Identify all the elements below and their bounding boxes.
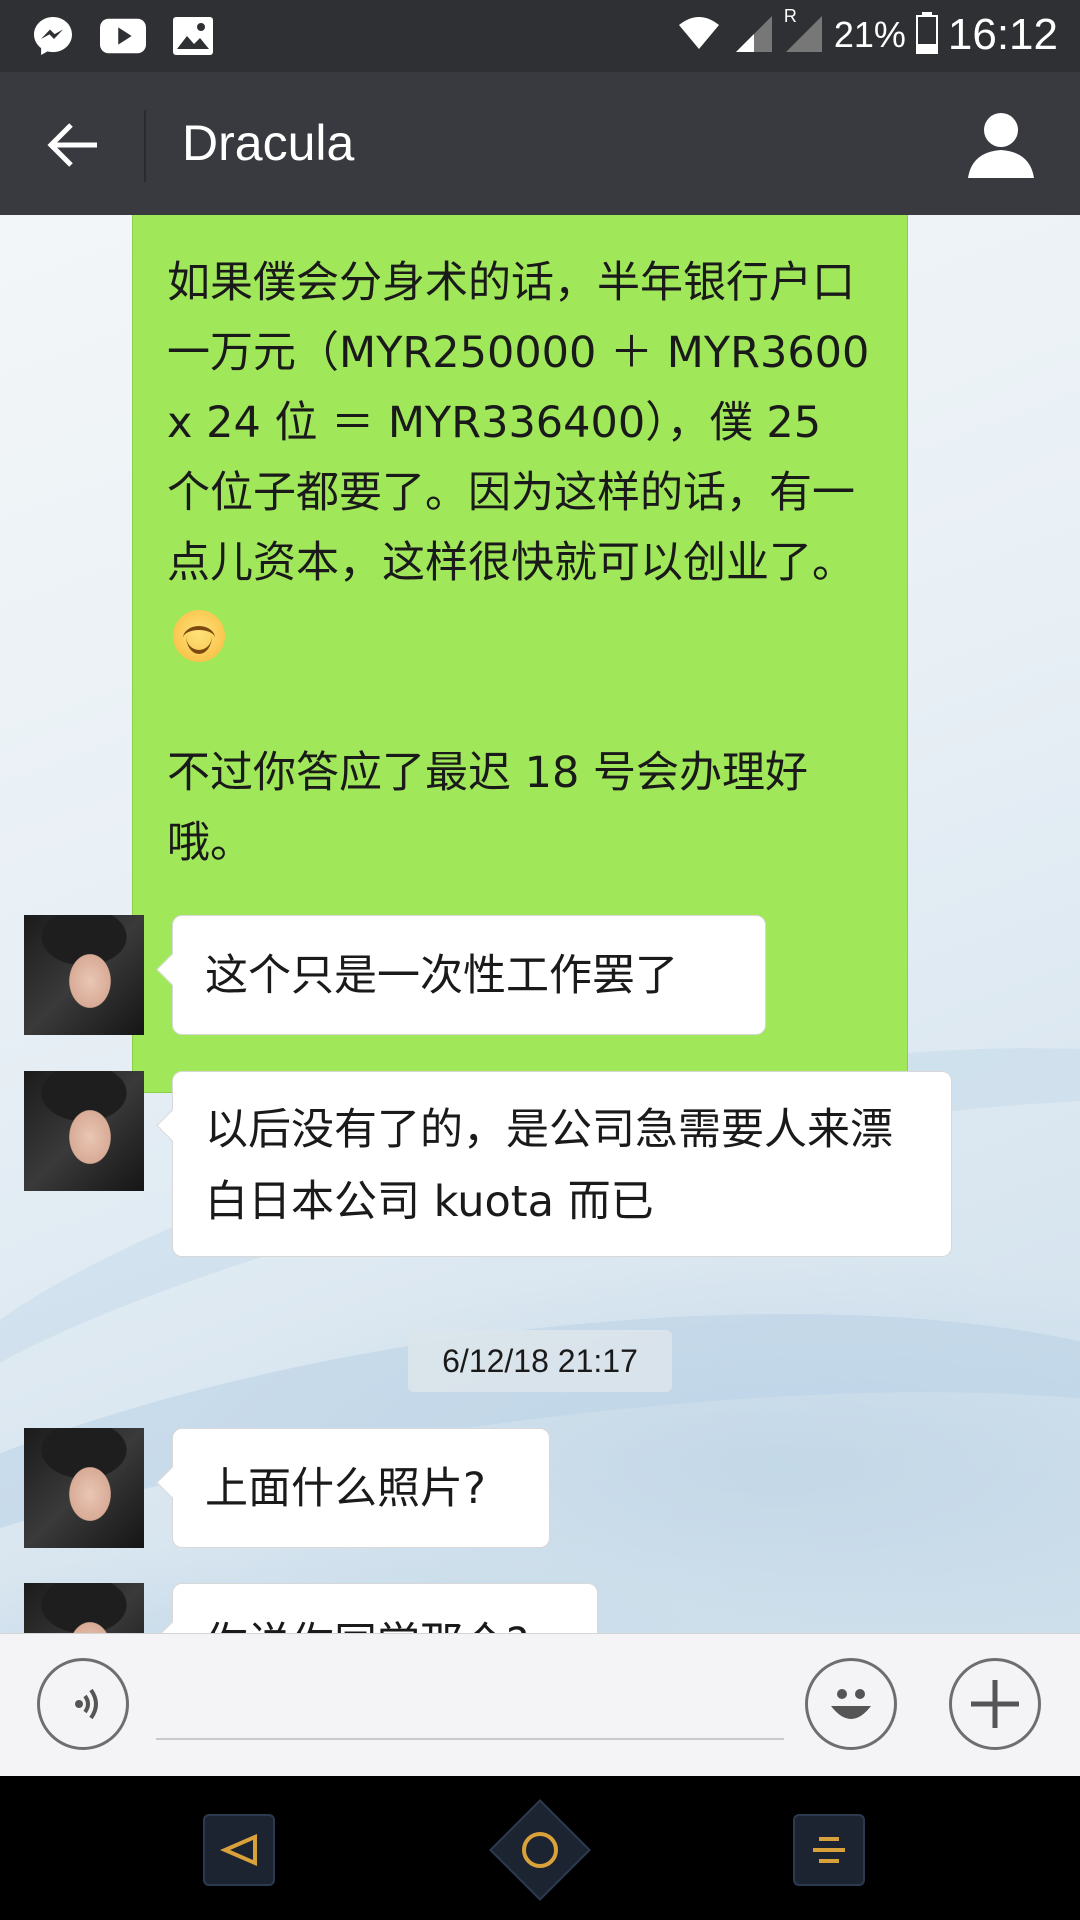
- received-message-bubble[interactable]: 你说你同学那个?: [172, 1583, 598, 1633]
- avatar[interactable]: [24, 915, 144, 1035]
- plus-icon: [971, 1680, 1019, 1728]
- status-right: R 21% 16:12: [674, 6, 1058, 60]
- received-message-bubble[interactable]: 这个只是一次性工作罢了: [172, 915, 766, 1035]
- nav-back-icon: [219, 1833, 257, 1867]
- avatar[interactable]: [24, 1071, 144, 1191]
- avatar[interactable]: [24, 1428, 144, 1548]
- sent-message-text: 如果僕会分身术的话，半年银行户口一万元（MYR250000 ＋ MYR3600 …: [167, 258, 884, 588]
- battery-percent: 21%: [833, 14, 906, 55]
- signal-roaming-icon: R: [784, 6, 824, 58]
- message-input[interactable]: [156, 1670, 784, 1740]
- chat-title: Dracula: [182, 115, 355, 171]
- header-divider: [144, 110, 146, 182]
- message-timestamp: 6/12/18 21:17: [408, 1330, 672, 1392]
- gallery-icon: [170, 14, 216, 58]
- voice-button[interactable]: [37, 1658, 129, 1750]
- avatar[interactable]: [24, 1583, 144, 1633]
- nav-home-icon: [522, 1832, 558, 1868]
- received-message-text: 这个只是一次性工作罢了: [205, 951, 678, 1001]
- message-input-bar: [0, 1633, 1080, 1777]
- nav-menu-icon: [813, 1837, 845, 1863]
- youtube-icon: [100, 14, 146, 58]
- battery-icon: [915, 12, 938, 58]
- profile-button[interactable]: [966, 106, 1036, 180]
- chat-header: Dracula: [0, 72, 1080, 215]
- status-time: 16:12: [947, 10, 1058, 59]
- arrow-left-icon: [47, 123, 97, 167]
- received-message-text: 你说你同学那个?: [205, 1619, 529, 1633]
- system-navigation-bar: [0, 1776, 1080, 1920]
- user-icon: [968, 113, 1034, 178]
- wifi-icon: [674, 13, 724, 57]
- smiling-face-icon: [173, 609, 225, 662]
- emoji-icon: [831, 1689, 871, 1719]
- received-message-bubble[interactable]: 以后没有了的，是公司急需要人来漂白日本公司 kuota 而已: [172, 1071, 952, 1257]
- received-message-text: 上面什么照片?: [205, 1464, 486, 1514]
- signal-icon: [734, 12, 774, 58]
- sent-message-text-2: 不过你答应了最迟 18 号会办理好哦。: [167, 748, 809, 868]
- nav-menu-button[interactable]: [793, 1814, 865, 1886]
- voice-icon: [75, 1688, 98, 1720]
- status-left-icons: [30, 14, 216, 58]
- received-message-bubble[interactable]: 上面什么照片?: [172, 1428, 550, 1548]
- received-message-text: 以后没有了的，是公司急需要人来漂白日本公司 kuota 而已: [205, 1105, 893, 1227]
- plus-button[interactable]: [949, 1658, 1041, 1750]
- nav-back-button[interactable]: [203, 1814, 275, 1886]
- status-bar: R 21% 16:12: [0, 0, 1080, 72]
- back-button[interactable]: [36, 110, 110, 180]
- roaming-letter: R: [783, 6, 797, 26]
- messenger-icon: [30, 14, 76, 58]
- chat-area[interactable]: 如果僕会分身术的话，半年银行户口一万元（MYR250000 ＋ MYR3600 …: [0, 215, 1080, 1633]
- emoji-button[interactable]: [805, 1658, 897, 1750]
